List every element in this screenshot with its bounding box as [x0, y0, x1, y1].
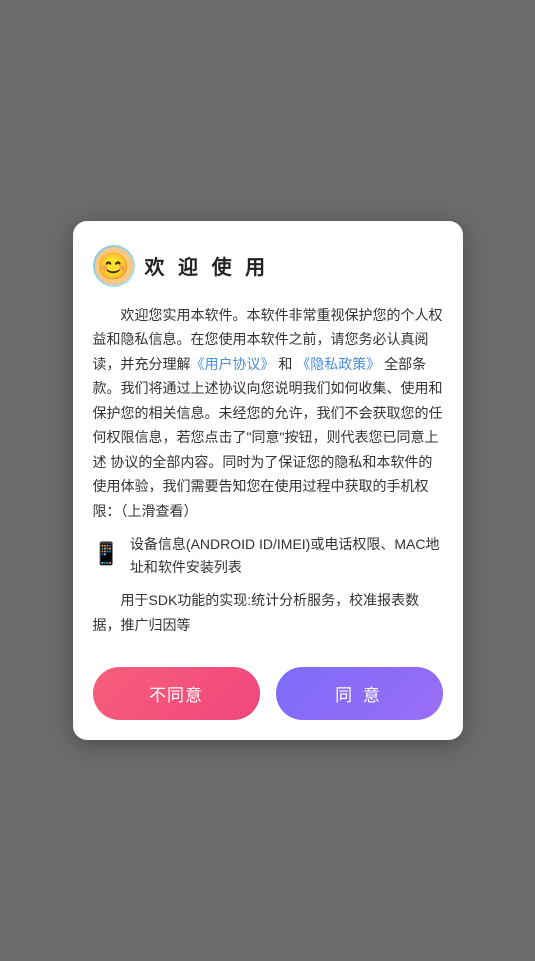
intro-paragraph: 欢迎您实用本软件。本软件非常重视保护您的个人权益和隐私信息。在您使用本软件之前，… — [93, 303, 443, 524]
device-info-row: 📱 设备信息(ANDROID ID/IMEI)或电话权限、MAC地址和软件安装列… — [93, 533, 443, 578]
device-info-text: 设备信息(ANDROID ID/IMEI)或电话权限、MAC地址和软件安装列表 — [130, 533, 443, 578]
privacy-policy-link[interactable]: 《隐私政策》 — [296, 356, 380, 372]
avatar — [93, 245, 135, 287]
dialog-body: 欢迎您实用本软件。本软件非常重视保护您的个人权益和隐私信息。在您使用本软件之前，… — [93, 303, 443, 647]
user-agreement-link[interactable]: 《用户协议》 — [191, 356, 275, 372]
avatar-face — [95, 247, 133, 285]
dialog-title: 欢 迎 使 用 — [145, 251, 270, 280]
dialog-footer: 不同意 同 意 — [93, 667, 443, 720]
privacy-dialog: 欢 迎 使 用 欢迎您实用本软件。本软件非常重视保护您的个人权益和隐私信息。在您… — [73, 221, 463, 740]
disagree-button[interactable]: 不同意 — [93, 667, 260, 720]
dialog-header: 欢 迎 使 用 — [93, 245, 443, 287]
agree-button[interactable]: 同 意 — [276, 667, 443, 720]
sdk-text: 用于SDK功能的实现:统计分析服务，校准报表数据，推广归因等 — [93, 588, 443, 637]
phone-icon: 📱 — [93, 535, 120, 574]
